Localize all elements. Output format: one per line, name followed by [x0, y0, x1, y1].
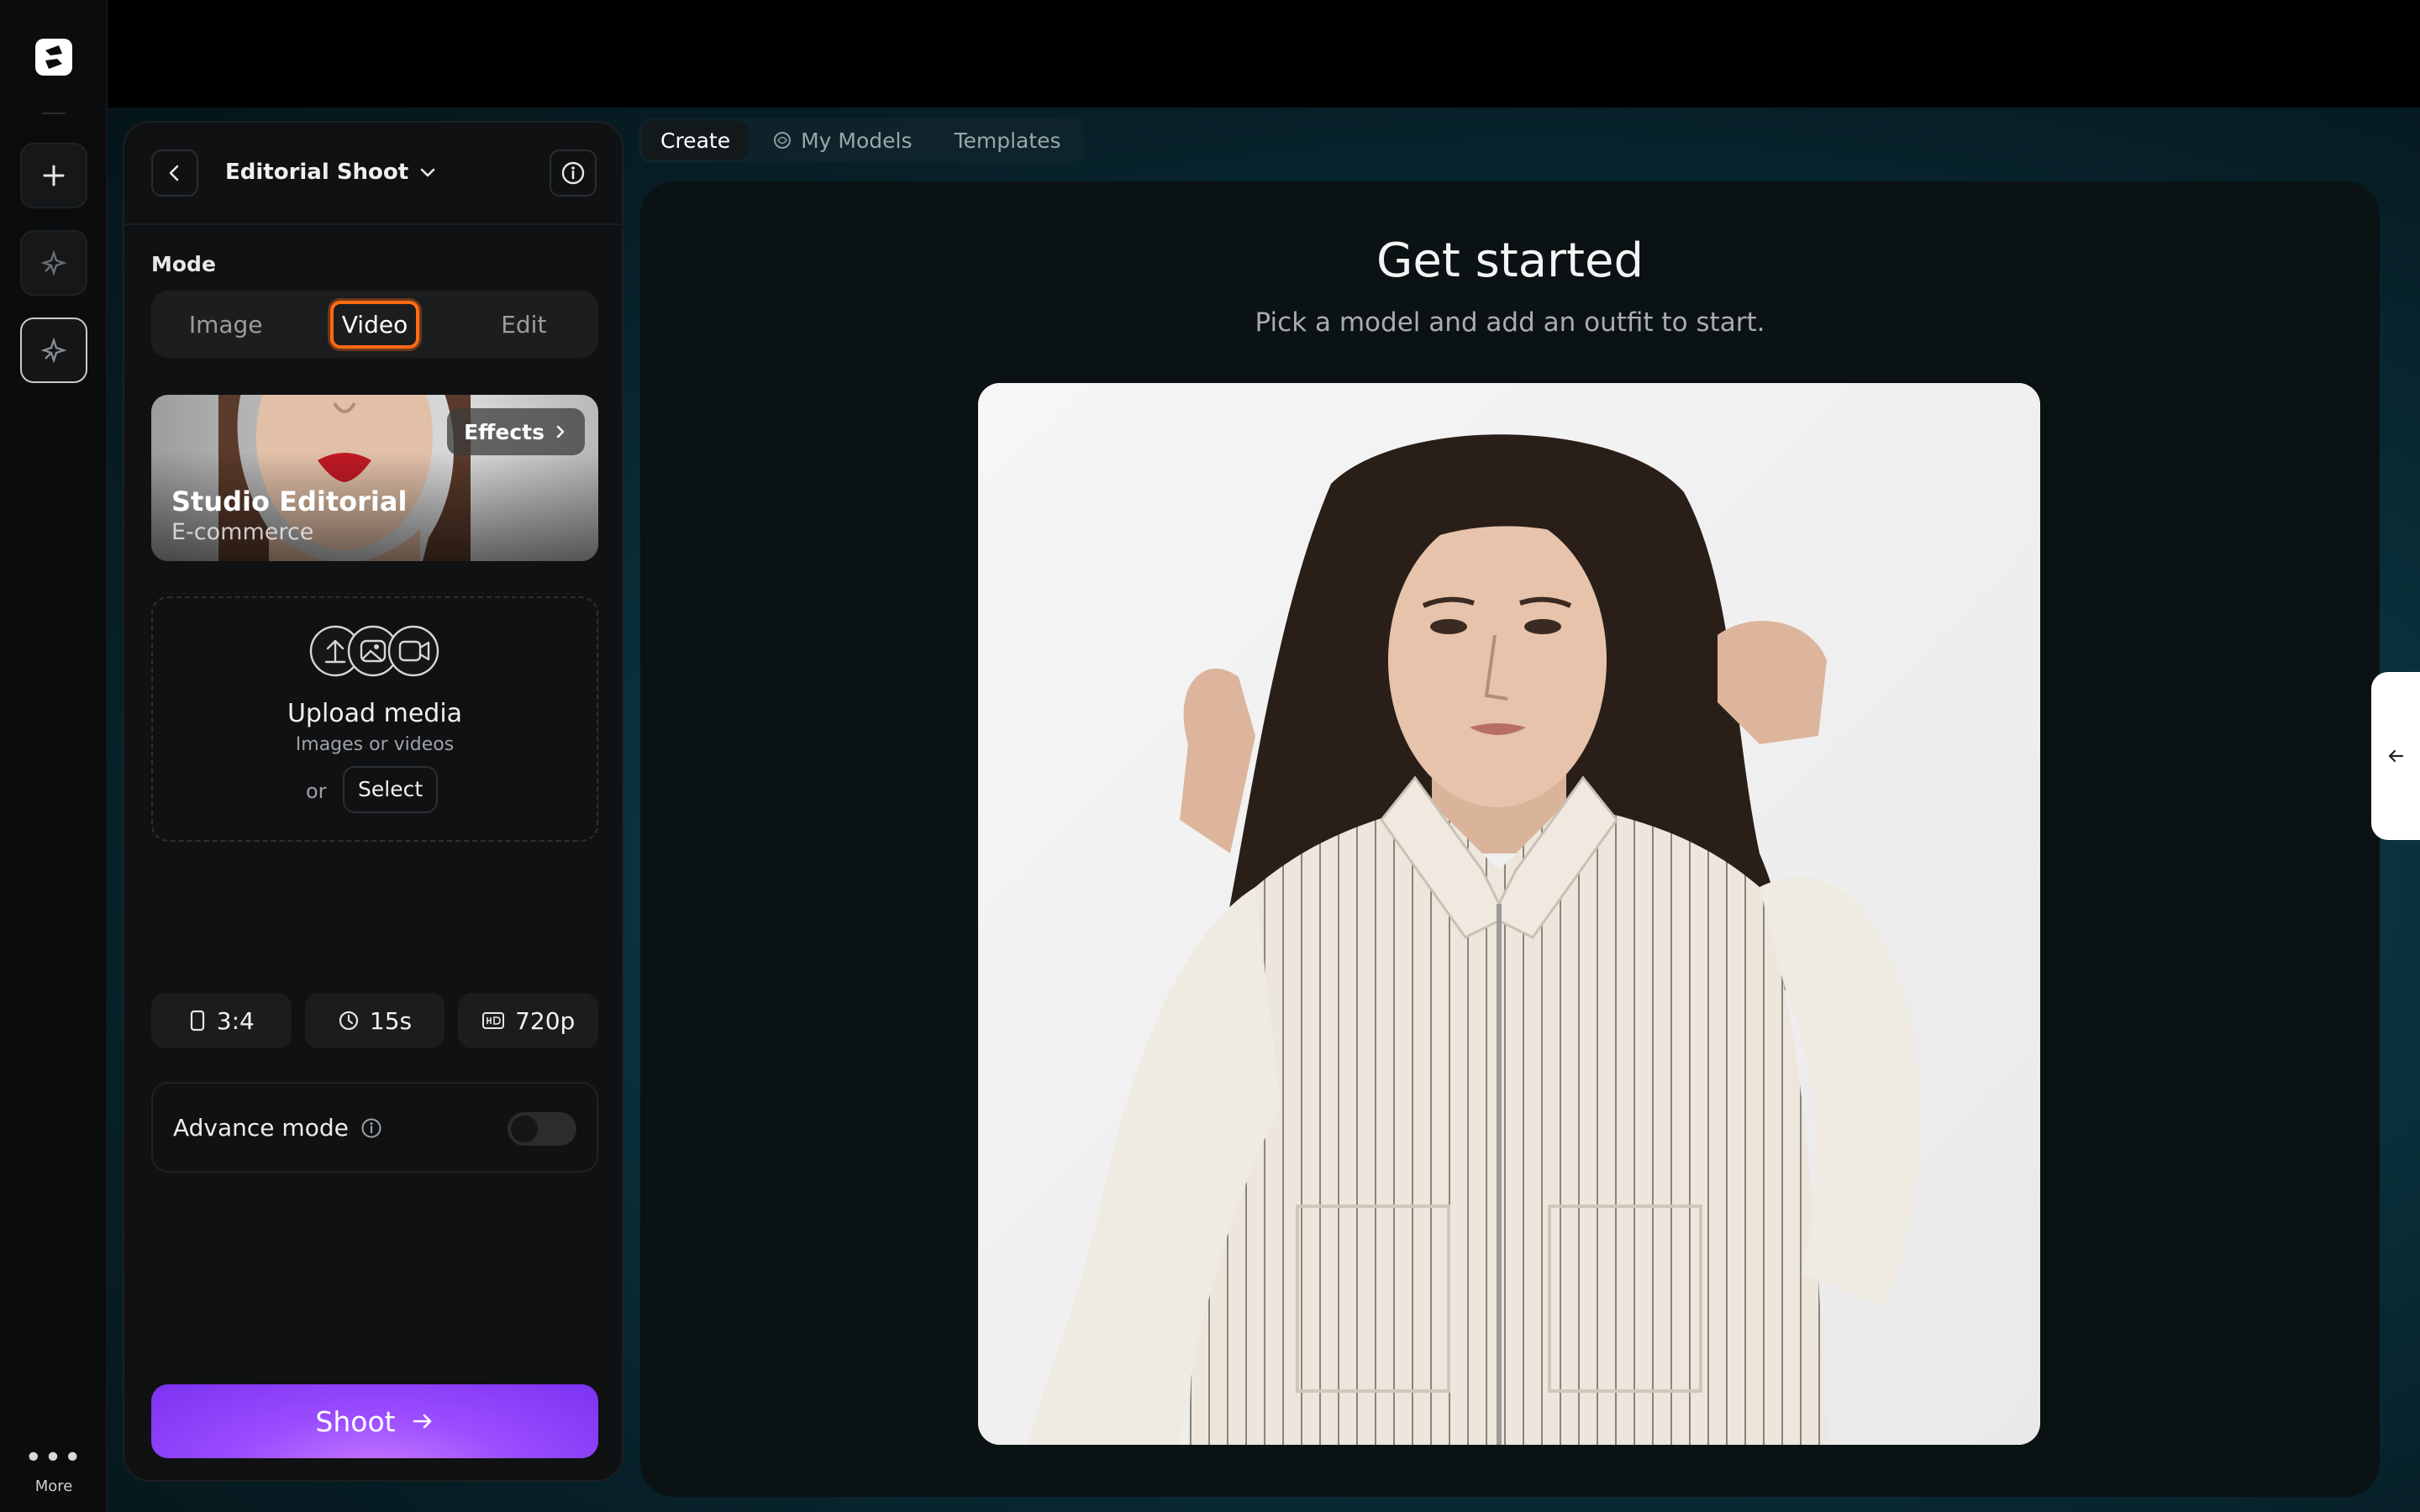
mode-edit-tab[interactable]: Edit [450, 311, 598, 339]
rail-tool-button-1[interactable] [20, 230, 87, 296]
effects-label: Effects [464, 419, 544, 444]
mode-label: Mode [151, 252, 216, 276]
model-photo [978, 383, 2040, 1445]
duration-value: 15s [369, 1006, 413, 1035]
resolution-value: 720p [515, 1006, 576, 1035]
mode-switcher: Image Video Edit [151, 291, 598, 358]
more-label: More [34, 1478, 73, 1495]
settings-panel: Editorial Shoot Mode Image Video Edit St… [123, 121, 623, 1482]
advance-mode-toggle[interactable] [508, 1112, 576, 1146]
resolution-chip[interactable]: 720p [458, 993, 599, 1048]
tab-my-models-label: My Models [801, 128, 913, 153]
mode-image-tab[interactable]: Image [151, 311, 300, 339]
panel-header: Editorial Shoot [124, 123, 622, 225]
arrow-right-icon [413, 1414, 431, 1429]
left-rail: ••• More [0, 0, 108, 1512]
clock-icon [339, 1011, 358, 1031]
mode-image-label: Image [188, 310, 263, 339]
hd-icon [482, 1012, 505, 1029]
tab-templates-label: Templates [954, 128, 1061, 153]
chevron-left-icon [169, 165, 179, 181]
info-button[interactable] [550, 150, 597, 197]
more-button[interactable]: ••• More [0, 1441, 108, 1496]
effects-button[interactable]: Effects [447, 408, 585, 455]
models-icon [774, 132, 792, 149]
page-title: Get started [1376, 234, 1644, 288]
sparkle-icon [40, 249, 67, 276]
plus-icon [43, 165, 65, 186]
aspect-ratio-chip[interactable]: 3:4 [151, 993, 292, 1048]
style-card[interactable]: Studio Editorial E-commerce Effects [151, 395, 598, 561]
mode-video-tab[interactable]: Video [300, 300, 449, 349]
aspect-ratio-value: 3:4 [216, 1006, 255, 1035]
back-button[interactable] [151, 150, 198, 197]
phone-icon [190, 1010, 204, 1032]
preview-canvas: Get started Pick a model and add an outf… [640, 181, 2380, 1497]
advance-mode-row: Advance mode [151, 1082, 598, 1173]
mode-edit-label: Edit [501, 310, 547, 339]
mode-video-label: Video [329, 300, 420, 349]
style-category: E-commerce [171, 519, 314, 545]
chevron-right-icon [556, 425, 565, 438]
top-bar [108, 0, 2420, 108]
tab-create[interactable]: Create [642, 121, 750, 160]
toggle-knob [511, 1116, 538, 1142]
info-icon [561, 161, 585, 185]
tab-templates[interactable]: Templates [935, 121, 1079, 160]
model-preview-image [978, 383, 2040, 1445]
new-project-button[interactable] [20, 143, 87, 208]
chevron-down-icon [420, 168, 435, 177]
arrow-left-icon [2388, 749, 2404, 763]
main-tabs: Create My Models Templates [639, 118, 1083, 163]
app-logo-icon[interactable] [34, 37, 74, 77]
side-panel-toggle[interactable] [2371, 672, 2420, 840]
duration-chip[interactable]: 15s [304, 993, 445, 1048]
upload-title: Upload media [287, 699, 463, 728]
style-name: Studio Editorial [171, 486, 408, 517]
upload-or-label: or [306, 780, 327, 803]
rail-divider [42, 113, 66, 114]
advance-mode-label: Advance mode [173, 1114, 349, 1142]
upload-media-icon [309, 625, 439, 677]
workspace-selector[interactable]: Editorial Shoot [225, 160, 437, 185]
tab-create-label: Create [660, 128, 731, 153]
rail-tool-button-2[interactable] [20, 318, 87, 383]
sparkle-icon [40, 337, 67, 364]
workspace-title: Editorial Shoot [225, 160, 409, 185]
tab-my-models[interactable]: My Models [754, 121, 930, 160]
select-media-button[interactable]: Select [343, 766, 439, 813]
upload-hint: Images or videos [295, 734, 455, 755]
info-icon[interactable] [360, 1117, 382, 1139]
shoot-label: Shoot [315, 1404, 396, 1438]
more-dots-icon: ••• [24, 1441, 83, 1475]
advance-mode-label-group: Advance mode [173, 1114, 382, 1142]
video-settings: 3:4 15s 720p [151, 993, 599, 1048]
page-subtitle: Pick a model and add an outfit to start. [1255, 307, 1765, 338]
shoot-button[interactable]: Shoot [151, 1384, 598, 1458]
upload-dropzone[interactable]: Upload media Images or videos or Select [151, 596, 598, 842]
